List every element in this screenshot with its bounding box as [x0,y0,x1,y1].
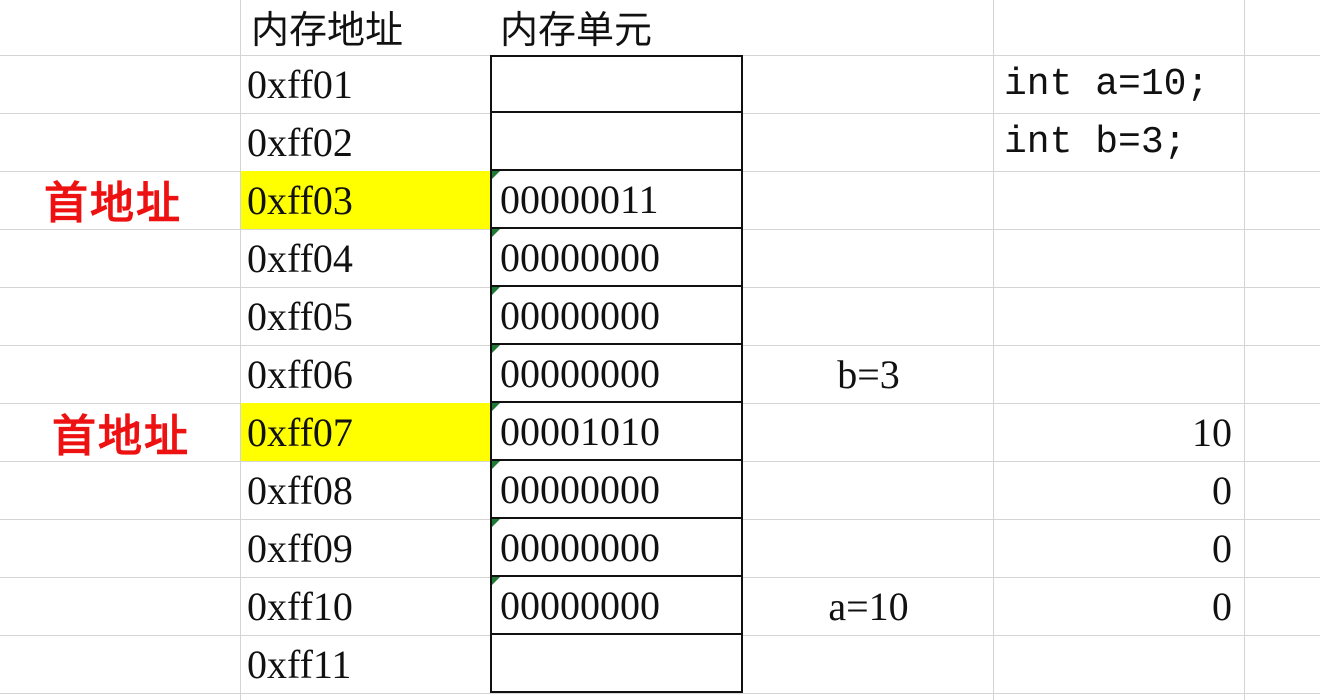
code-line-b[interactable]: int b=3; [994,113,1244,171]
memory-cell[interactable]: 00000000 [490,229,743,287]
address-cell[interactable]: 0xff02 [241,113,490,171]
address-cell[interactable]: 0xff09 [241,519,490,577]
text-number-indicator-icon [492,287,500,295]
text-number-indicator-icon [492,403,500,411]
address-cell[interactable]: 0xff10 [241,577,490,635]
address-cell-highlighted[interactable]: 0xff07 [241,403,490,461]
text-number-indicator-icon [492,461,500,469]
memory-cell[interactable] [490,55,743,113]
code-line-a[interactable]: int a=10; [994,55,1244,113]
header-memory-address[interactable]: 内存地址 [241,0,490,55]
base-address-label-b: 首地址 [44,178,182,229]
variable-label-a[interactable]: a=10 [743,577,994,635]
memory-cell-value: 00000000 [500,524,660,570]
memory-cell-value: 00000011 [500,176,659,222]
byte-value-cell[interactable]: 10 [994,403,1244,461]
memory-cell-value: 00000000 [500,466,660,512]
memory-cell-value: 00000000 [500,292,660,338]
memory-cell[interactable]: 00001010 [490,403,743,461]
text-number-indicator-icon [492,229,500,237]
spreadsheet-grid: 内存地址 内存单元 0xff01 0xff02 0xff03 0xff04 0x… [0,0,1320,700]
memory-cell[interactable]: 00000000 [490,287,743,345]
memory-cell[interactable]: 00000000 [490,577,743,635]
text-number-indicator-icon [492,519,500,527]
address-cell-highlighted[interactable]: 0xff03 [241,171,490,229]
text-number-indicator-icon [492,171,500,179]
memory-cell[interactable]: 00000000 [490,345,743,403]
gridline [0,693,1320,694]
memory-cell-value: 00001010 [500,408,660,454]
address-cell[interactable]: 0xff04 [241,229,490,287]
text-number-indicator-icon [492,345,500,353]
memory-cell-value: 00000000 [500,350,660,396]
address-cell[interactable]: 0xff05 [241,287,490,345]
memory-cell[interactable] [490,113,743,171]
memory-cell-value: 00000000 [500,582,660,628]
base-address-label-a: 首地址 [52,411,190,462]
gridline [1244,0,1245,700]
byte-value-cell[interactable]: 0 [994,577,1244,635]
address-cell[interactable]: 0xff01 [241,55,490,113]
address-cell[interactable]: 0xff11 [241,635,490,693]
memory-cell[interactable]: 00000011 [490,171,743,229]
byte-value-cell[interactable]: 0 [994,461,1244,519]
memory-cell-value: 00000000 [500,234,660,280]
variable-label-b[interactable]: b=3 [743,345,994,403]
address-cell[interactable]: 0xff08 [241,461,490,519]
byte-value-cell[interactable]: 0 [994,519,1244,577]
memory-cell[interactable] [490,635,743,693]
memory-cell[interactable]: 00000000 [490,461,743,519]
text-number-indicator-icon [492,577,500,585]
memory-cell[interactable]: 00000000 [490,519,743,577]
address-cell[interactable]: 0xff06 [241,345,490,403]
header-memory-unit[interactable]: 内存单元 [490,0,743,55]
